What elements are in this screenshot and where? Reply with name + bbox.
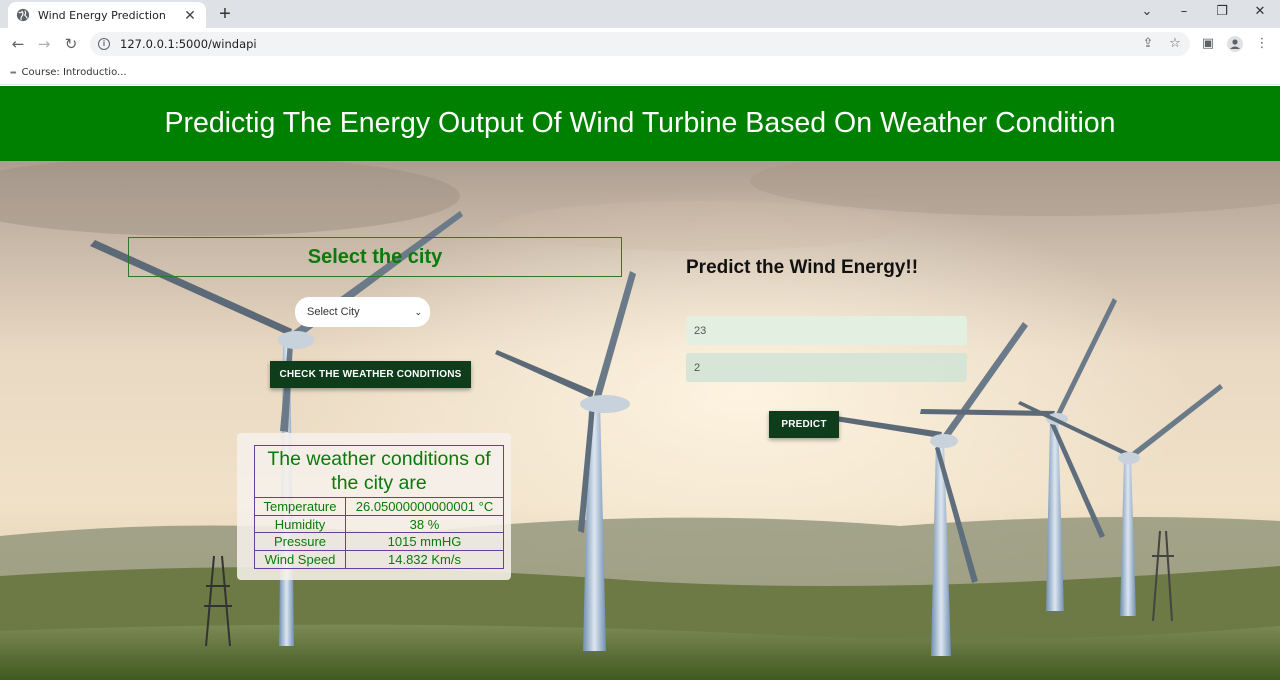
weather-table-title: The weather conditions of the city are bbox=[255, 446, 503, 498]
check-weather-button[interactable]: CHECK THE WEATHER CONDITIONS bbox=[270, 361, 471, 388]
table-row: Wind Speed 14.832 Km/s bbox=[255, 550, 503, 568]
page-viewport: Predictig The Energy Output Of Wind Turb… bbox=[0, 86, 1280, 680]
table-row: Temperature 26.05000000000001 °C bbox=[255, 498, 503, 516]
menu-kebab-icon[interactable]: ⋮ bbox=[1254, 36, 1270, 52]
weather-table: The weather conditions of the city are T… bbox=[254, 445, 504, 569]
weather-conditions-card: The weather conditions of the city are T… bbox=[237, 433, 511, 580]
theoretical-power-input[interactable] bbox=[686, 316, 967, 345]
bookmark-item[interactable]: Course: Introductio... bbox=[22, 67, 127, 78]
predict-heading: Predict the Wind Energy!! bbox=[686, 257, 919, 278]
select-city-heading-box: Select the city bbox=[128, 237, 622, 277]
weather-value: 1015 mmHG bbox=[387, 534, 462, 549]
reload-icon[interactable]: ↻ bbox=[61, 34, 81, 54]
close-tab-icon[interactable]: ✕ bbox=[182, 7, 198, 24]
globe-icon bbox=[16, 8, 30, 22]
weather-label: Temperature bbox=[255, 498, 346, 515]
browser-tab[interactable]: Wind Energy Prediction ✕ bbox=[8, 2, 206, 28]
restore-icon[interactable]: ❐ bbox=[1212, 4, 1232, 19]
bookmarks-bar: ▪▪▪ Course: Introductio... bbox=[0, 60, 1280, 85]
table-row: Humidity 38 % bbox=[255, 515, 503, 533]
tab-title: Wind Energy Prediction bbox=[38, 8, 166, 22]
forward-icon[interactable]: → bbox=[34, 34, 54, 54]
tab-search-chevron-icon[interactable]: ⌄ bbox=[1137, 4, 1157, 19]
share-icon[interactable]: ⇪ bbox=[1140, 36, 1156, 52]
side-panel-icon[interactable]: ▣ bbox=[1200, 36, 1216, 52]
wind-speed-input[interactable] bbox=[686, 353, 967, 382]
bookmark-star-icon[interactable]: ☆ bbox=[1167, 36, 1183, 52]
weather-label: Humidity bbox=[255, 515, 346, 532]
site-info-icon[interactable]: i bbox=[98, 38, 110, 50]
minimize-icon[interactable]: – bbox=[1174, 4, 1194, 19]
weather-value: 14.832 Km/s bbox=[388, 551, 461, 567]
weather-label: Wind Speed bbox=[255, 550, 346, 568]
browser-toolbar: ← → ↻ i 127.0.0.1:5000/windapi ⇪ ☆ ▣ ⋮ bbox=[0, 28, 1280, 60]
table-row: Pressure 1015 mmHG bbox=[255, 533, 503, 551]
close-window-icon[interactable]: ✕ bbox=[1250, 4, 1270, 19]
chevron-down-icon: ⌄ bbox=[414, 306, 422, 317]
weather-value: 26.05000000000001 °C bbox=[355, 499, 494, 514]
page-header-banner: Predictig The Energy Output Of Wind Turb… bbox=[0, 86, 1280, 161]
browser-tabstrip: Wind Energy Prediction ✕ + ⌄ – ❐ ✕ bbox=[0, 0, 1280, 28]
city-select-dropdown[interactable]: Select City ⌄ bbox=[295, 297, 430, 327]
wind-turbine-background-image bbox=[0, 86, 1280, 680]
address-bar[interactable]: i 127.0.0.1:5000/windapi bbox=[90, 32, 1190, 56]
url-text[interactable]: 127.0.0.1:5000/windapi bbox=[120, 37, 257, 51]
select-city-heading: Select the city bbox=[307, 245, 443, 268]
page-title: Predictig The Energy Output Of Wind Turb… bbox=[164, 107, 1116, 139]
weather-label: Pressure bbox=[255, 533, 346, 550]
bookmark-favicon-icon: ▪▪▪ bbox=[10, 67, 16, 77]
predict-button[interactable]: PREDICT bbox=[769, 411, 839, 438]
back-icon[interactable]: ← bbox=[8, 34, 28, 54]
profile-avatar-icon[interactable] bbox=[1227, 36, 1243, 52]
city-select-value: Select City bbox=[307, 306, 360, 318]
weather-value: 38 % bbox=[409, 516, 440, 532]
new-tab-icon[interactable]: + bbox=[214, 3, 236, 25]
